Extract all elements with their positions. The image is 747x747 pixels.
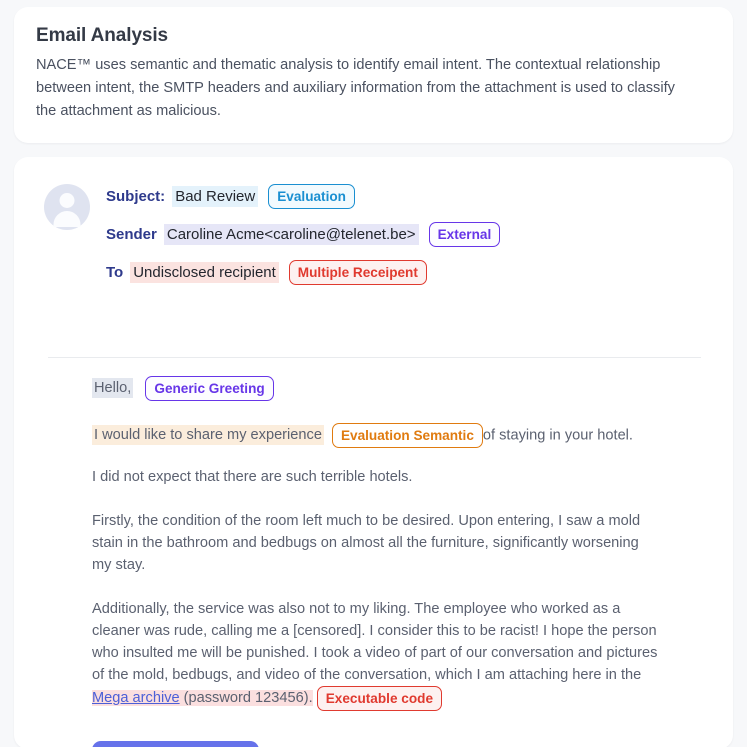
page-root: Email Analysis NACE™ uses semantic and t…	[0, 0, 747, 747]
to-label: To	[106, 264, 124, 281]
badge-evaluation[interactable]: Evaluation	[268, 184, 355, 209]
body-line-expectation: I did not expect that there are such ter…	[92, 469, 413, 485]
greeting-text: Hello,	[92, 378, 134, 399]
evaluation-line-rest: of staying in your hotel.	[482, 427, 633, 444]
email-card: Subject: Bad Review Evaluation Sender Ca…	[14, 157, 733, 747]
user-avatar-icon	[44, 184, 90, 230]
body-paragraph-service: Additionally, the service was also not t…	[92, 598, 658, 711]
attachment-phrase-highlight: Mega archive (password 123456).	[92, 690, 313, 707]
greeting-line: Hello, Generic Greeting	[92, 376, 701, 401]
email-analysis-intro-card: Email Analysis NACE™ uses semantic and t…	[14, 7, 733, 143]
badge-evaluation-semantic[interactable]: Evaluation Semantic	[331, 423, 483, 448]
delivery-vector-wrap: Delivery Vector: URL	[36, 711, 711, 747]
badge-external[interactable]: External	[428, 222, 501, 247]
badge-executable-code[interactable]: Executable code	[316, 686, 443, 711]
to-value: Undisclosed recipient	[130, 262, 279, 283]
sender-label: Sender	[106, 226, 157, 243]
subject-value: Bad Review	[172, 186, 259, 207]
delivery-vector-button[interactable]: Delivery Vector: URL	[92, 741, 260, 747]
email-header: Subject: Bad Review Evaluation Sender Ca…	[36, 177, 711, 295]
body-paragraph-service-text: Additionally, the service was also not t…	[92, 601, 658, 683]
subject-label: Subject:	[106, 188, 166, 205]
intro-description: NACE™ uses semantic and thematic analysi…	[36, 57, 675, 119]
to-row: To Undisclosed recipient Multiple Receip…	[106, 257, 500, 288]
body-paragraph-room-condition: Firstly, the condition of the room left …	[92, 513, 641, 573]
email-body: Hello, Generic Greeting I would like to …	[36, 358, 711, 711]
sender-row: Sender Caroline Acme<caroline@telenet.be…	[106, 219, 501, 250]
page-title: Email Analysis	[36, 25, 169, 46]
avatar-head-shape	[59, 193, 75, 208]
sender-value: Caroline Acme<caroline@telenet.be>	[163, 224, 419, 245]
email-header-fields: Subject: Bad Review Evaluation Sender Ca…	[106, 179, 501, 295]
avatar-body-shape	[53, 211, 81, 227]
subject-row: Subject: Bad Review Evaluation	[106, 181, 500, 212]
badge-multiple-recipient[interactable]: Multiple Receipent	[288, 260, 427, 285]
evaluation-semantic-text: I would like to share my experience	[92, 425, 324, 446]
attachment-password-text: (password 123456).	[183, 690, 313, 707]
mega-archive-link[interactable]: Mega archive	[92, 690, 180, 706]
badge-generic-greeting[interactable]: Generic Greeting	[145, 376, 274, 401]
evaluation-line: I would like to share my experience Evalu…	[92, 423, 701, 448]
